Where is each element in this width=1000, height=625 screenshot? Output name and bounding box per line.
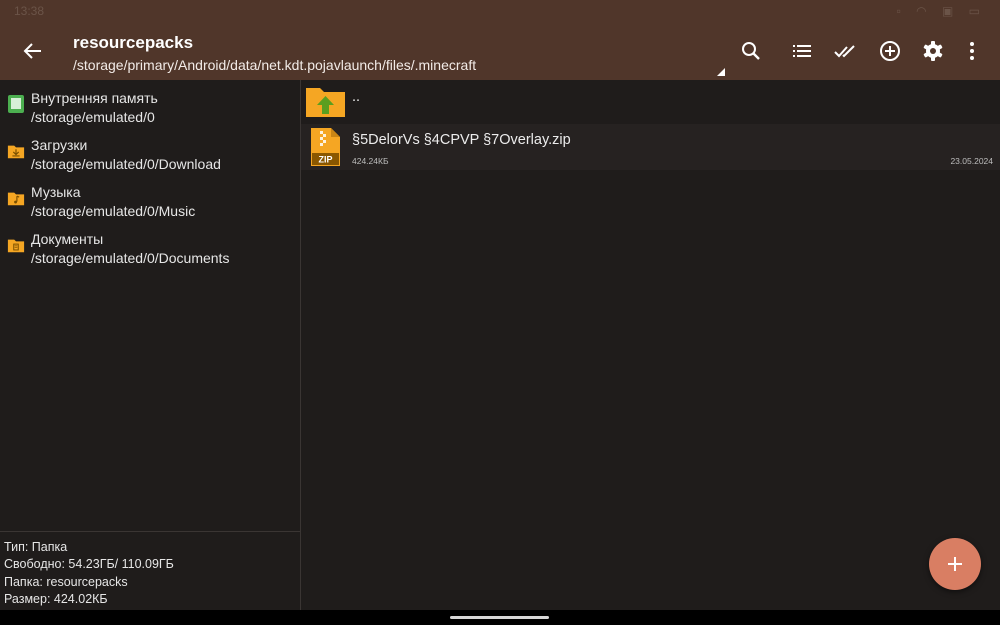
page-title: resourcepacks	[73, 33, 194, 52]
file-name: §5DelorVs §4CPVP §7Overlay.zip	[352, 132, 571, 148]
search-icon	[742, 42, 760, 60]
zip-file-icon: ZIP	[311, 128, 340, 166]
current-path[interactable]: /storage/primary/Android/data/net.kdt.po…	[73, 57, 476, 73]
folder-up-icon	[306, 88, 345, 117]
status-icons: ▫ ◠ ▣ ▭	[896, 4, 986, 18]
info-folder: Папка: resourcepacks	[4, 575, 128, 589]
storage-path: /storage/emulated/0/Download	[31, 156, 221, 172]
storage-drawer: Внутренняя память /storage/emulated/0 За…	[0, 80, 301, 610]
storage-item-internal[interactable]: Внутренняя память /storage/emulated/0	[0, 84, 300, 128]
app-bar: 13:38 ▫ ◠ ▣ ▭ resourcepacks /storage/pri…	[0, 0, 1000, 80]
storage-item-music[interactable]: Музыка /storage/emulated/0/Music	[0, 178, 300, 222]
info-type: Тип: Папка	[4, 540, 68, 554]
storage-name: Загрузки	[31, 137, 88, 153]
storage-path: /storage/emulated/0/Documents	[31, 250, 230, 266]
status-time: 13:38	[14, 4, 45, 18]
file-list: .. ZIP §5DelorVs §4CPVP §7Overlay.zip 42…	[301, 80, 1000, 610]
file-date: 23.05.2024	[950, 156, 993, 166]
gesture-handle[interactable]	[450, 616, 549, 619]
documents-folder-icon	[7, 239, 25, 253]
select-all-button[interactable]	[833, 38, 859, 64]
info-free-space: Свободно: 54.23ГБ/ 110.09ГБ	[4, 557, 174, 571]
arrow-back-icon	[23, 43, 41, 59]
plus-icon	[948, 557, 962, 571]
add-fab-button[interactable]	[929, 538, 981, 590]
internal-storage-icon	[8, 95, 24, 113]
info-size: Размер: 424.02КБ	[4, 592, 108, 606]
storage-item-downloads[interactable]: Загрузки /storage/emulated/0/Download	[0, 131, 300, 175]
file-size: 424.24КБ	[352, 156, 389, 166]
add-circle-icon	[880, 41, 900, 61]
search-button[interactable]	[738, 38, 764, 64]
parent-folder-row[interactable]: ..	[301, 80, 1000, 124]
storage-name: Внутренняя память	[31, 90, 158, 106]
back-button[interactable]	[18, 36, 48, 66]
parent-folder-label: ..	[352, 89, 361, 105]
select-all-icon	[834, 45, 855, 58]
svg-text:ZIP: ZIP	[318, 155, 332, 165]
path-dropdown-indicator[interactable]	[717, 68, 725, 76]
music-folder-icon	[7, 192, 25, 206]
storage-path: /storage/emulated/0	[31, 109, 155, 125]
settings-button[interactable]	[920, 38, 946, 64]
storage-item-documents[interactable]: Документы /storage/emulated/0/Documents	[0, 225, 300, 269]
status-bar: 13:38 ▫ ◠ ▣ ▭	[0, 0, 1000, 22]
storage-name: Документы	[31, 231, 104, 247]
storage-name: Музыка	[31, 184, 81, 200]
download-folder-icon	[7, 145, 25, 159]
view-mode-button[interactable]	[789, 38, 815, 64]
system-nav-bar	[0, 610, 1000, 625]
list-view-icon	[793, 45, 811, 57]
settings-icon	[923, 41, 943, 61]
storage-path: /storage/emulated/0/Music	[31, 203, 196, 219]
more-vert-icon	[970, 42, 974, 60]
folder-info-panel: Тип: Папка Свободно: 54.23ГБ/ 110.09ГБ П…	[0, 531, 300, 611]
create-button[interactable]	[877, 38, 903, 64]
more-options-button[interactable]	[959, 38, 985, 64]
file-row[interactable]: ZIP §5DelorVs §4CPVP §7Overlay.zip 424.2…	[301, 124, 1000, 170]
